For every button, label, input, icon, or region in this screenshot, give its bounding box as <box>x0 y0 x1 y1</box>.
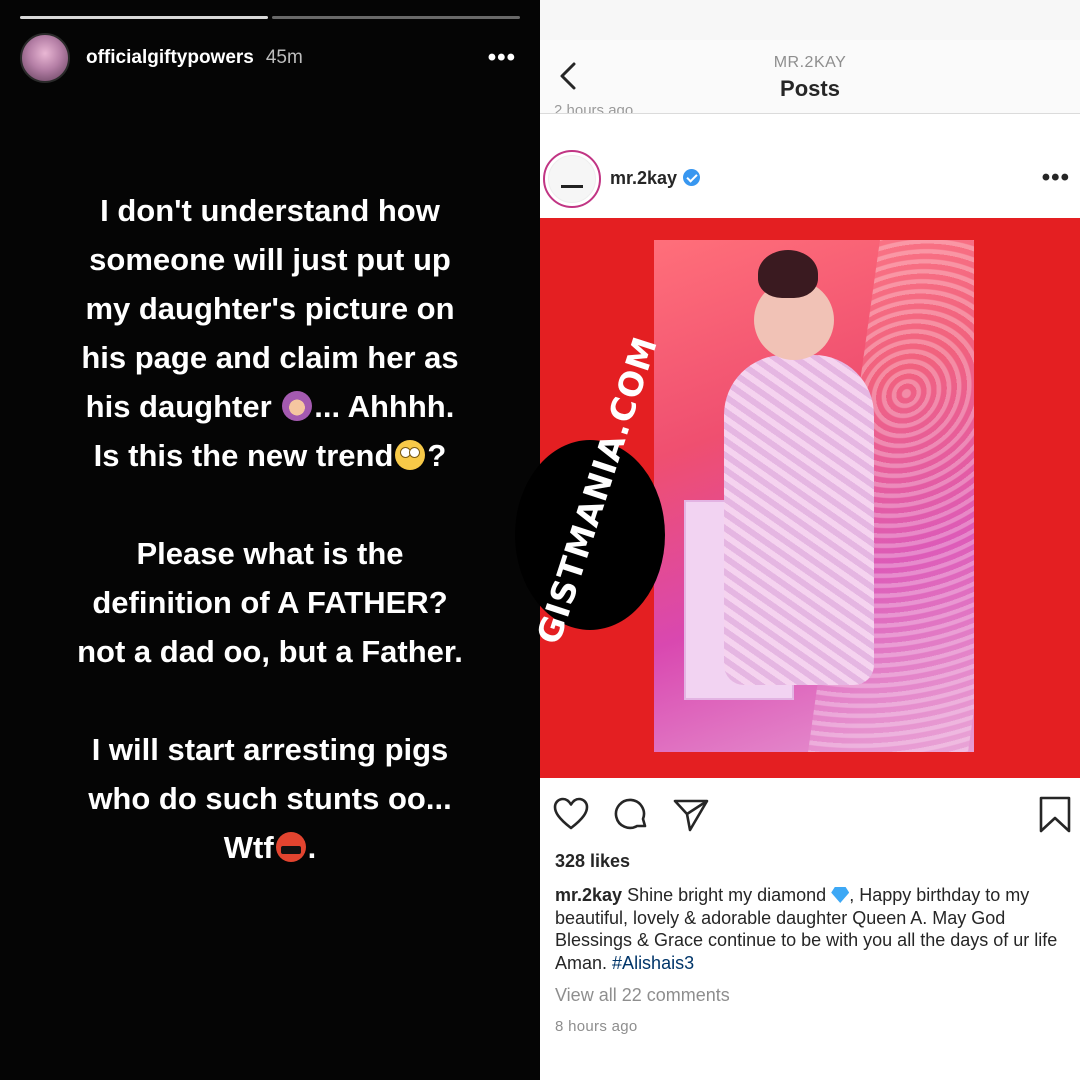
story-line: not a dad oo, but a Father. <box>77 634 463 669</box>
header-username: MR.2KAY <box>773 54 847 71</box>
story-progress-segment <box>272 16 520 19</box>
story-panel: officialgiftypowers 45m ••• I don't unde… <box>0 0 540 1080</box>
diamond-emoji-icon <box>831 887 850 903</box>
avatar[interactable] <box>20 33 70 83</box>
story-paragraph-1: I don't understand how someone will just… <box>30 186 510 480</box>
story-line: definition of A FATHER? <box>92 585 448 620</box>
lace-dress <box>724 355 874 685</box>
story-line-text: ... Ahhhh. <box>314 389 455 424</box>
avatar[interactable] <box>543 150 601 208</box>
share-icon[interactable] <box>672 796 710 834</box>
girl-hair <box>758 250 818 298</box>
bookmark-icon[interactable] <box>1036 796 1074 834</box>
story-line-text: Wtf <box>223 830 274 865</box>
story-progress-bar <box>20 16 520 19</box>
woman-facepalming-emoji-icon <box>282 391 313 421</box>
story-header: officialgiftypowers 45m ••• <box>20 33 520 83</box>
story-line: his daughter ... Ahhhh. <box>30 382 510 431</box>
post-username-row[interactable]: mr.2kay <box>610 168 701 189</box>
nav-header: MR.2KAY Posts 2 hours ago <box>540 40 1080 114</box>
story-line: Is this the new trend? <box>30 431 510 480</box>
story-line: Wtf. <box>30 823 510 872</box>
story-line-text: Is this the new trend <box>93 438 394 473</box>
story-line: I don't understand how <box>100 193 440 228</box>
caption-username[interactable]: mr.2kay <box>555 885 622 905</box>
comment-icon[interactable] <box>612 796 650 834</box>
status-area <box>540 0 1080 40</box>
story-line-text: . <box>307 830 317 865</box>
post-actions <box>540 796 1080 836</box>
story-line: my daughter's picture on <box>85 291 455 326</box>
story-line: Please what is the <box>136 536 404 571</box>
story-time: 45m <box>265 47 303 68</box>
story-line: who do such stunts oo... <box>88 781 452 816</box>
likes-count[interactable]: 328 likes <box>555 851 630 872</box>
caption-text: Shine bright my diamond <box>627 885 827 905</box>
post-caption: mr.2kay Shine bright my diamond , Happy … <box>555 884 1070 974</box>
swearing-emoji-icon <box>275 832 306 862</box>
story-line: someone will just put up <box>89 242 451 277</box>
story-line: his page and claim her as <box>81 340 459 375</box>
view-comments-link[interactable]: View all 22 comments <box>555 985 730 1006</box>
girl-photo <box>654 240 974 752</box>
avatar-image <box>548 155 596 203</box>
page-title: Posts <box>780 76 840 101</box>
eye-roll-emoji-icon <box>395 440 426 470</box>
story-paragraph-2: Please what is the definition of A FATHE… <box>30 529 510 676</box>
hashtag-link[interactable]: #Alishais3 <box>612 953 694 973</box>
previous-post-timestamp: 2 hours ago <box>554 102 634 114</box>
verified-badge-icon <box>683 169 701 186</box>
story-line: I will start arresting pigs <box>91 732 449 767</box>
more-options-icon[interactable]: ••• <box>1042 164 1070 192</box>
post-header: mr.2kay ••• <box>540 148 1080 210</box>
story-username[interactable]: officialgiftypowers <box>86 47 254 69</box>
story-line-text: ? <box>427 438 447 473</box>
post-username[interactable]: mr.2kay <box>610 168 677 188</box>
story-progress-segment <box>20 16 268 19</box>
story-line-text: his daughter <box>85 389 272 424</box>
more-options-icon[interactable]: ••• <box>488 44 516 72</box>
story-paragraph-3: I will start arresting pigs who do such … <box>30 725 510 872</box>
heart-icon[interactable] <box>552 796 590 834</box>
post-timestamp: 8 hours ago <box>555 1018 638 1035</box>
